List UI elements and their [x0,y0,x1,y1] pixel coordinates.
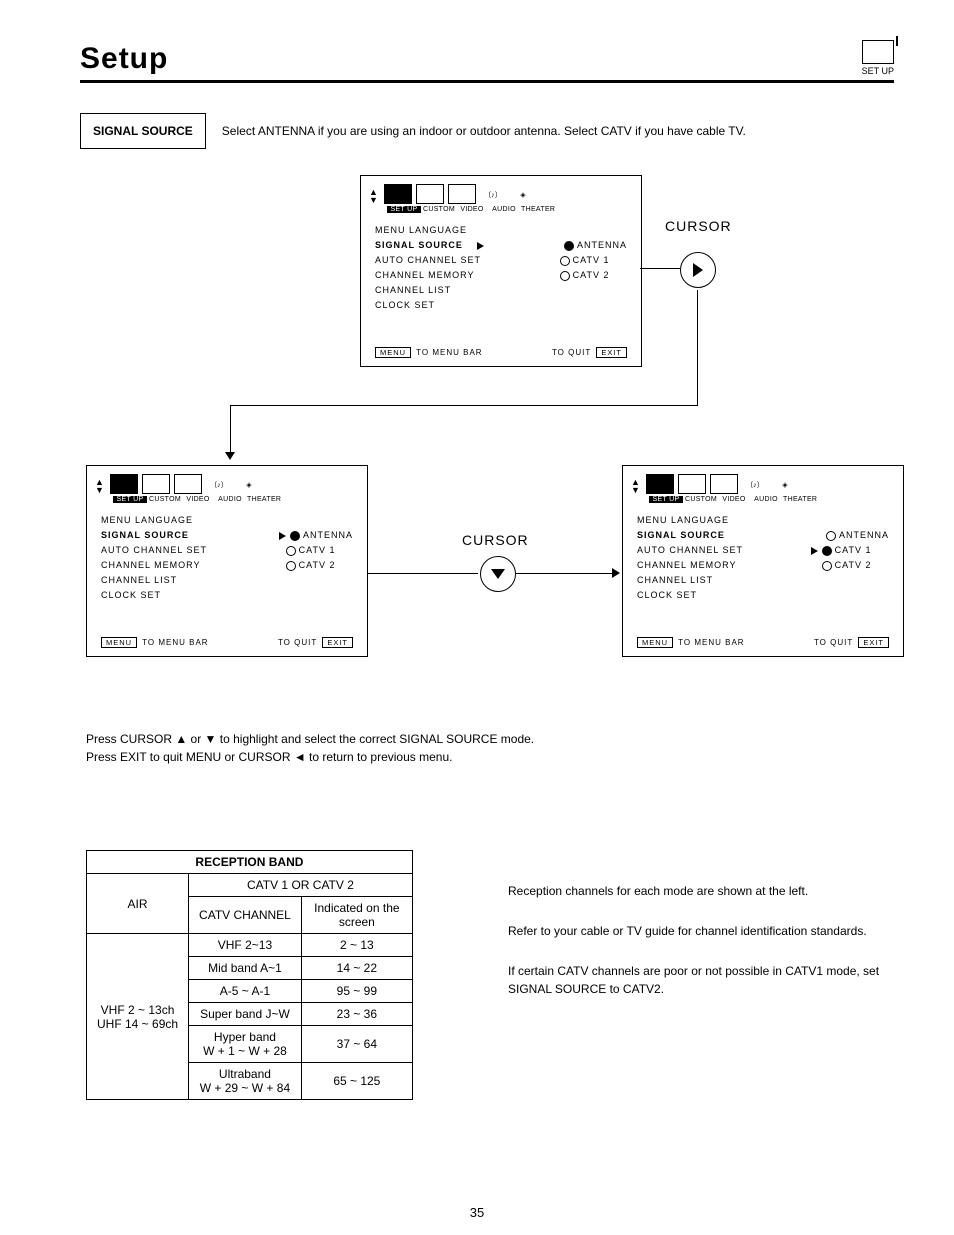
setup-icon: SET UP [862,40,894,76]
tab-audio-label: AUDIO [489,206,519,213]
connector-line [697,290,698,405]
signal-source-desc: Select ANTENNA if you are using an indoo… [222,124,746,138]
table-cell: 14 ~ 22 [301,957,412,980]
tab-audio-icon: 〔♪〕 [480,186,506,204]
menu-lang: MENU LANGUAGE [375,223,627,238]
triangle-right-icon [693,263,703,277]
setup-icon-label: SET UP [862,66,894,76]
right-p1: Reception channels for each mode are sho… [508,882,908,900]
menu-clock: CLOCK SET [375,298,627,313]
opt-catv2: CATV 2 [573,270,610,280]
table-cell: 2 ~ 13 [301,934,412,957]
connector-line [368,573,478,574]
tab-arrows-icon: ▲▼ [369,188,378,204]
radio-on-icon [564,241,574,251]
tab-theater-icon: ◈ [510,186,536,204]
signal-source-box: SIGNAL SOURCE [80,113,206,149]
table-cell: Hyper band W + 1 ~ W + 28 [189,1026,302,1063]
signal-source-row: SIGNAL SOURCE Select ANTENNA if you are … [80,113,894,149]
osd-footer: MENU TO MENU BAR TO QUIT EXIT [361,323,641,366]
tab-setup-label: SET UP [387,206,421,213]
cursor-label-right: CURSOR [665,218,732,234]
instructions: Press CURSOR ▲ or ▼ to highlight and sel… [86,730,534,766]
arrow-right-icon [811,547,818,555]
menu-button-label: MENU [375,347,411,358]
tab-custom-icon [416,184,444,204]
to-quit-label: TO QUIT [552,348,591,357]
right-explanation: Reception channels for each mode are sho… [508,870,908,1010]
table-cell: Mid band A~1 [189,957,302,980]
osd-tab-icons: ▲▼ 〔♪〕 ◈ [87,466,367,496]
tab-setup-icon [384,184,412,204]
col-catv-header: CATV 1 OR CATV 2 [189,874,413,897]
triangle-down-icon [491,569,505,579]
osd-tab-icons: ▲▼ 〔♪〕 ◈ [623,466,903,496]
menu-chlist: CHANNEL LIST [375,283,627,298]
opt-catv1: CATV 1 [573,255,610,265]
table-cell: 65 ~ 125 [301,1063,412,1100]
cursor-down-button[interactable] [480,556,516,592]
connector-line [640,268,680,269]
table-cell: Ultraband W + 29 ~ W + 84 [189,1063,302,1100]
opt-antenna: ANTENNA [577,240,627,250]
connector-line [230,405,231,455]
osd-panel-1: ▲▼ 〔♪〕 ◈ SET UP CUSTOM VIDEO AUDIO THEAT… [360,175,642,367]
connector-line [230,405,698,406]
table-title: RECEPTION BAND [87,851,413,874]
osd-tab-icons: ▲▼ 〔♪〕 ◈ [361,176,641,206]
reception-band-table: RECEPTION BAND AIR CATV 1 OR CATV 2 CATV… [86,850,413,1100]
cursor-label-down: CURSOR [462,532,529,548]
tab-video-label: VIDEO [457,206,487,213]
table-cell: 23 ~ 36 [301,1003,412,1026]
menu-signal: SIGNAL SOURCE [375,240,463,250]
osd-tab-labels: SET UP CUSTOM VIDEO AUDIO THEATER [87,496,367,509]
radio-off-icon [560,271,570,281]
menu-autoch: AUTO CHANNEL SET [375,253,481,268]
arrow-right-icon [279,532,286,540]
table-cell: 95 ~ 99 [301,980,412,1003]
osd-panel-3: ▲▼ 〔♪〕 ◈ SET UP CUSTOM VIDEO AUDIO THEAT… [622,465,904,657]
osd-menu-list: MENU LANGUAGE SIGNAL SOURCE ANTENNA AUTO… [361,219,641,323]
cursor-right-button[interactable] [680,252,716,288]
arrow-down-icon [225,452,235,460]
exit-button-label: EXIT [596,347,627,358]
osd-panel-2: ▲▼ 〔♪〕 ◈ SET UP CUSTOM VIDEO AUDIO THEAT… [86,465,368,657]
page-title: Setup [80,42,168,76]
right-p2: Refer to your cable or TV guide for chan… [508,922,908,940]
table-cell: 37 ~ 64 [301,1026,412,1063]
table-cell: A-5 ~ A-1 [189,980,302,1003]
col-catv-channel: CATV CHANNEL [189,897,302,934]
connector-line [516,573,616,574]
instruction-line-2: Press EXIT to quit MENU or CURSOR ◄ to r… [86,748,534,766]
page-header: Setup SET UP [80,40,894,83]
tab-video-icon [448,184,476,204]
osd-tab-labels: SET UP CUSTOM VIDEO AUDIO THEATER [361,206,641,219]
table-cell: Super band J~W [189,1003,302,1026]
to-menu-bar-label: TO MENU BAR [416,348,482,357]
arrow-right-icon [477,242,484,250]
table-cell: VHF 2~13 [189,934,302,957]
menu-chmem: CHANNEL MEMORY [375,268,475,283]
air-rows: VHF 2 ~ 13chUHF 14 ~ 69ch [87,934,189,1100]
tab-custom-label: CUSTOM [423,206,455,213]
osd-tab-labels: SET UP CUSTOM VIDEO AUDIO THEATER [623,496,903,509]
arrow-right-icon [612,568,620,578]
col-indicated: Indicated on the screen [301,897,412,934]
radio-off-icon [560,256,570,266]
right-p3: If certain CATV channels are poor or not… [508,962,908,998]
col-air: AIR [87,874,189,934]
instruction-line-1: Press CURSOR ▲ or ▼ to highlight and sel… [86,730,534,748]
tab-theater-label: THEATER [521,206,555,213]
page-number: 35 [0,1205,954,1220]
